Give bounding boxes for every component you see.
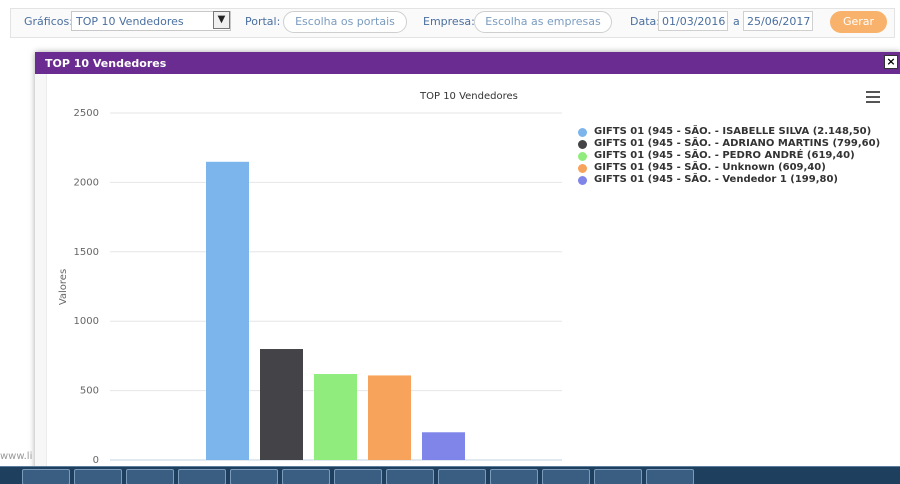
taskbar-app-button[interactable]	[230, 469, 278, 484]
modal-header: TOP 10 Vendedores ×	[35, 52, 900, 74]
taskbar-app-button[interactable]	[386, 469, 434, 484]
modal-title: TOP 10 Vendedores	[45, 57, 167, 70]
legend-item[interactable]: GIFTS 01 (945 - SÃO. - PEDRO ANDRÉ (619,…	[578, 150, 880, 162]
date-to-input[interactable]: 25/06/2017	[743, 11, 813, 31]
legend-dot-icon	[578, 128, 587, 137]
date-separator: a	[733, 15, 740, 28]
empresa-label: Empresa:	[423, 15, 475, 28]
data-label: Data:	[630, 15, 660, 28]
chart-title: TOP 10 Vendedores	[420, 91, 518, 102]
taskbar-app-button[interactable]	[438, 469, 486, 484]
empresa-input[interactable]: Escolha as empresas	[474, 11, 612, 33]
footer-url-text: www.li	[0, 451, 33, 462]
chart-legend: GIFTS 01 (945 - SÃO. - ISABELLE SILVA (2…	[578, 126, 880, 186]
taskbar-app-button[interactable]	[646, 469, 694, 484]
gerar-button[interactable]: Gerar	[830, 11, 887, 33]
legend-label: GIFTS 01 (945 - SÃO. - PEDRO ANDRÉ (619,…	[594, 150, 855, 161]
taskbar-app-button[interactable]	[178, 469, 226, 484]
legend-item[interactable]: GIFTS 01 (945 - SÃO. - ISABELLE SILVA (2…	[578, 126, 880, 138]
modal-side-strip	[35, 74, 47, 472]
taskbar-app-button[interactable]	[74, 469, 122, 484]
hamburger-menu-icon[interactable]	[866, 91, 880, 103]
close-icon[interactable]: ×	[884, 55, 898, 69]
chevron-down-icon[interactable]: ▼	[213, 11, 230, 29]
portal-input[interactable]: Escolha os portais	[283, 11, 407, 33]
taskbar-app-button[interactable]	[594, 469, 642, 484]
date-from-input[interactable]: 01/03/2016	[658, 11, 728, 31]
taskbar-app-button[interactable]	[334, 469, 382, 484]
legend-item[interactable]: GIFTS 01 (945 - SÃO. - Unknown (609,40)	[578, 162, 880, 174]
legend-item[interactable]: GIFTS 01 (945 - SÃO. - ADRIANO MARTINS (…	[578, 138, 880, 150]
portal-label: Portal:	[245, 15, 281, 28]
legend-label: GIFTS 01 (945 - SÃO. - ADRIANO MARTINS (…	[594, 138, 881, 149]
windows-taskbar	[0, 466, 900, 484]
taskbar-app-button[interactable]	[542, 469, 590, 484]
legend-item[interactable]: GIFTS 01 (945 - SÃO. - Vendedor 1 (199,8…	[578, 174, 880, 186]
legend-label: GIFTS 01 (945 - SÃO. - Vendedor 1 (199,8…	[594, 174, 838, 185]
taskbar-app-button[interactable]	[22, 469, 70, 484]
legend-dot-icon	[578, 164, 587, 173]
chart-modal: TOP 10 Vendedores ×	[35, 52, 900, 472]
legend-label: GIFTS 01 (945 - SÃO. - Unknown (609,40)	[594, 162, 826, 173]
legend-dot-icon	[578, 140, 587, 149]
taskbar-app-button[interactable]	[126, 469, 174, 484]
taskbar-app-button[interactable]	[490, 469, 538, 484]
legend-label: GIFTS 01 (945 - SÃO. - ISABELLE SILVA (2…	[594, 126, 872, 137]
taskbar-app-button[interactable]	[282, 469, 330, 484]
graficos-label: Gráficos:	[24, 15, 73, 28]
graficos-select[interactable]: TOP 10 Vendedores	[71, 11, 231, 31]
legend-dot-icon	[578, 176, 587, 185]
legend-dot-icon	[578, 152, 587, 161]
